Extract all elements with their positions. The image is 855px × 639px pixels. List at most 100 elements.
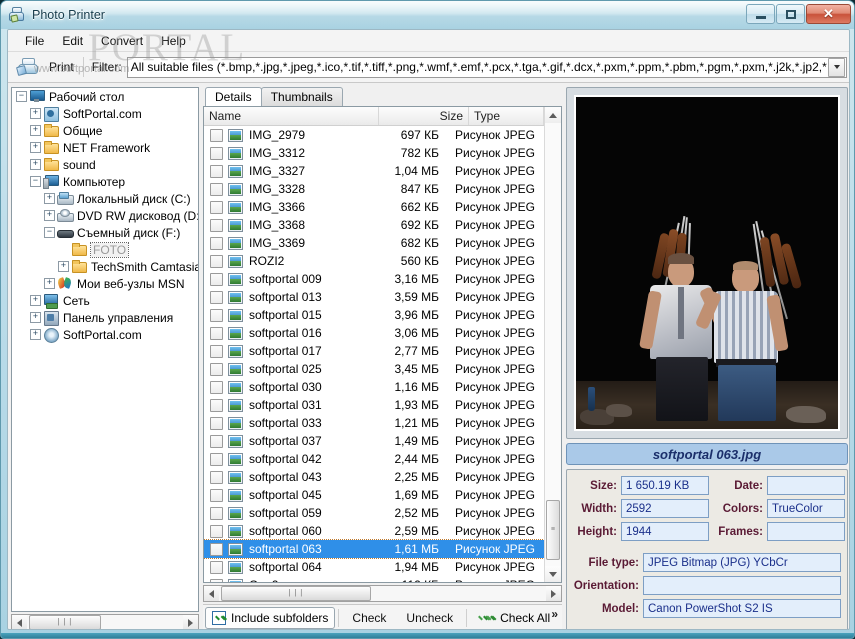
row-checkbox[interactable] <box>210 128 223 142</box>
table-row[interactable]: softportal 031 1,93 МБ Рисунок JPEG <box>204 396 544 414</box>
tree-node[interactable]: − Съемный диск (F:) <box>12 224 198 241</box>
column-header-type[interactable]: Type <box>469 107 544 125</box>
vscroll-track[interactable]: ≡ <box>545 123 561 566</box>
minimize-button[interactable] <box>746 4 775 24</box>
row-checkbox[interactable] <box>210 380 223 394</box>
row-checkbox[interactable] <box>210 272 223 286</box>
table-row[interactable]: softportal 009 3,16 МБ Рисунок JPEG <box>204 270 544 288</box>
close-button[interactable]: ✕ <box>806 4 851 24</box>
vscroll-thumb[interactable]: ≡ <box>546 500 560 560</box>
tree-node[interactable]: FOTO <box>12 241 198 258</box>
tree-node[interactable]: + Общие <box>12 122 198 139</box>
filter-combobox[interactable]: All suitable files (*.bmp,*.jpg,*.jpeg,*… <box>126 56 847 78</box>
include-subfolders-toggle[interactable]: Include subfolders <box>205 607 336 629</box>
width-value[interactable]: 2592 <box>621 499 709 518</box>
table-row[interactable]: IMG_3368 692 КБ Рисунок JPEG <box>204 216 544 234</box>
tree-node[interactable]: + Сеть <box>12 292 198 309</box>
table-row[interactable]: softportal 059 2,52 МБ Рисунок JPEG <box>204 504 544 522</box>
row-checkbox[interactable] <box>210 308 223 322</box>
tree-node[interactable]: + SoftPortal.com <box>12 326 198 343</box>
table-row[interactable]: IMG_3328 847 КБ Рисунок JPEG <box>204 180 544 198</box>
scroll-up-icon[interactable] <box>545 107 561 123</box>
row-checkbox[interactable] <box>210 542 223 556</box>
table-row[interactable]: ROZI2 560 КБ Рисунок JPEG <box>204 252 544 270</box>
maximize-button[interactable] <box>776 4 805 24</box>
table-row[interactable]: softportal 064 1,94 МБ Рисунок JPEG <box>204 558 544 576</box>
row-checkbox[interactable] <box>210 290 223 304</box>
row-checkbox[interactable] <box>210 164 223 178</box>
folder-tree[interactable]: − Рабочий стол + SoftPortal.com + Общие + NET F… <box>11 87 199 612</box>
row-checkbox[interactable] <box>210 524 223 538</box>
row-checkbox[interactable] <box>210 560 223 574</box>
check-all-button[interactable]: Check All <box>470 611 558 625</box>
model-value[interactable]: Canon PowerShot S2 IS <box>643 599 841 618</box>
scroll-left-icon[interactable] <box>12 615 27 629</box>
row-checkbox[interactable] <box>210 344 223 358</box>
tree-node[interactable]: + DVD RW дисковод (D: <box>12 207 198 224</box>
date-value[interactable] <box>767 476 845 495</box>
tree-node[interactable]: − Компьютер <box>12 173 198 190</box>
tab-details[interactable]: Details <box>205 87 262 106</box>
table-row[interactable]: softportal 016 3,06 МБ Рисунок JPEG <box>204 324 544 342</box>
collapse-icon[interactable]: − <box>16 91 27 102</box>
row-checkbox[interactable] <box>210 488 223 502</box>
menu-item-file[interactable]: File <box>16 32 53 50</box>
file-list-vertical-scrollbar[interactable]: ≡ <box>544 107 561 582</box>
table-row[interactable]: Оля2112 КБРисунок JPEG <box>204 576 544 582</box>
table-row[interactable]: softportal 017 2,77 МБ Рисунок JPEG <box>204 342 544 360</box>
expand-icon[interactable]: + <box>44 278 55 289</box>
tree-hscroll-track[interactable]: ||| <box>27 615 183 629</box>
size-value[interactable]: 1 650.19 KB <box>621 476 709 495</box>
menu-item-edit[interactable]: Edit <box>53 32 92 50</box>
table-row[interactable]: softportal 033 1,21 МБ Рисунок JPEG <box>204 414 544 432</box>
tab-thumbnails[interactable]: Thumbnails <box>260 87 343 106</box>
row-checkbox[interactable] <box>210 452 223 466</box>
expand-icon[interactable]: + <box>30 142 41 153</box>
tree-node[interactable]: + Панель управления <box>12 309 198 326</box>
expand-icon[interactable]: + <box>30 312 41 323</box>
table-row[interactable]: IMG_2979 697 КБ Рисунок JPEG <box>204 126 544 144</box>
table-row[interactable]: softportal 042 2,44 МБ Рисунок JPEG <box>204 450 544 468</box>
toolbar-overflow-button[interactable]: » <box>551 607 558 621</box>
colors-value[interactable]: TrueColor <box>767 499 845 518</box>
row-checkbox[interactable] <box>210 218 223 232</box>
row-checkbox[interactable] <box>210 182 223 196</box>
tree-node[interactable]: + sound <box>12 156 198 173</box>
table-row[interactable]: softportal 060 2,59 МБ Рисунок JPEG <box>204 522 544 540</box>
table-row[interactable]: softportal 030 1,16 МБ Рисунок JPEG <box>204 378 544 396</box>
row-checkbox[interactable] <box>210 416 223 430</box>
table-row[interactable]: softportal 045 1,69 МБ Рисунок JPEG <box>204 486 544 504</box>
table-row[interactable]: softportal 025 3,45 МБ Рисунок JPEG <box>204 360 544 378</box>
list-hscroll-thumb[interactable]: ||| <box>221 586 371 601</box>
check-button[interactable]: Check <box>342 611 396 625</box>
expand-icon[interactable]: + <box>44 210 55 221</box>
row-checkbox[interactable] <box>210 578 223 582</box>
orientation-value[interactable] <box>643 576 841 595</box>
table-row[interactable]: softportal 013 3,59 МБ Рисунок JPEG <box>204 288 544 306</box>
column-header-name[interactable]: Name <box>204 107 379 125</box>
uncheck-button[interactable]: Uncheck <box>396 611 463 625</box>
chevron-down-icon[interactable] <box>828 57 845 77</box>
tree-node[interactable]: + TechSmith Camtasia <box>12 258 198 275</box>
expand-icon[interactable]: + <box>30 159 41 170</box>
scroll-left-icon[interactable] <box>204 586 219 601</box>
expand-icon[interactable]: + <box>44 193 55 204</box>
table-row[interactable]: IMG_3366 662 КБ Рисунок JPEG <box>204 198 544 216</box>
tree-node[interactable]: + Мои веб-узлы MSN <box>12 275 198 292</box>
table-row[interactable]: softportal 063 1,61 МБ Рисунок JPEG <box>204 539 544 559</box>
tree-node[interactable]: − Рабочий стол <box>12 88 198 105</box>
table-row[interactable]: softportal 015 3,96 МБ Рисунок JPEG <box>204 306 544 324</box>
tree-hscroll-thumb[interactable]: ||| <box>29 615 101 629</box>
row-checkbox[interactable] <box>210 506 223 520</box>
row-checkbox[interactable] <box>210 326 223 340</box>
expand-icon[interactable]: + <box>30 125 41 136</box>
expand-icon[interactable]: + <box>30 329 41 340</box>
height-value[interactable]: 1944 <box>621 522 709 541</box>
scroll-right-icon[interactable] <box>183 615 198 629</box>
frames-value[interactable] <box>767 522 845 541</box>
collapse-icon[interactable]: − <box>44 227 55 238</box>
filetype-value[interactable]: JPEG Bitmap (JPG) YCbCr <box>643 553 841 572</box>
table-row[interactable]: IMG_3369 682 КБ Рисунок JPEG <box>204 234 544 252</box>
row-checkbox[interactable] <box>210 146 223 160</box>
tree-horizontal-scrollbar[interactable]: ||| <box>11 614 199 629</box>
